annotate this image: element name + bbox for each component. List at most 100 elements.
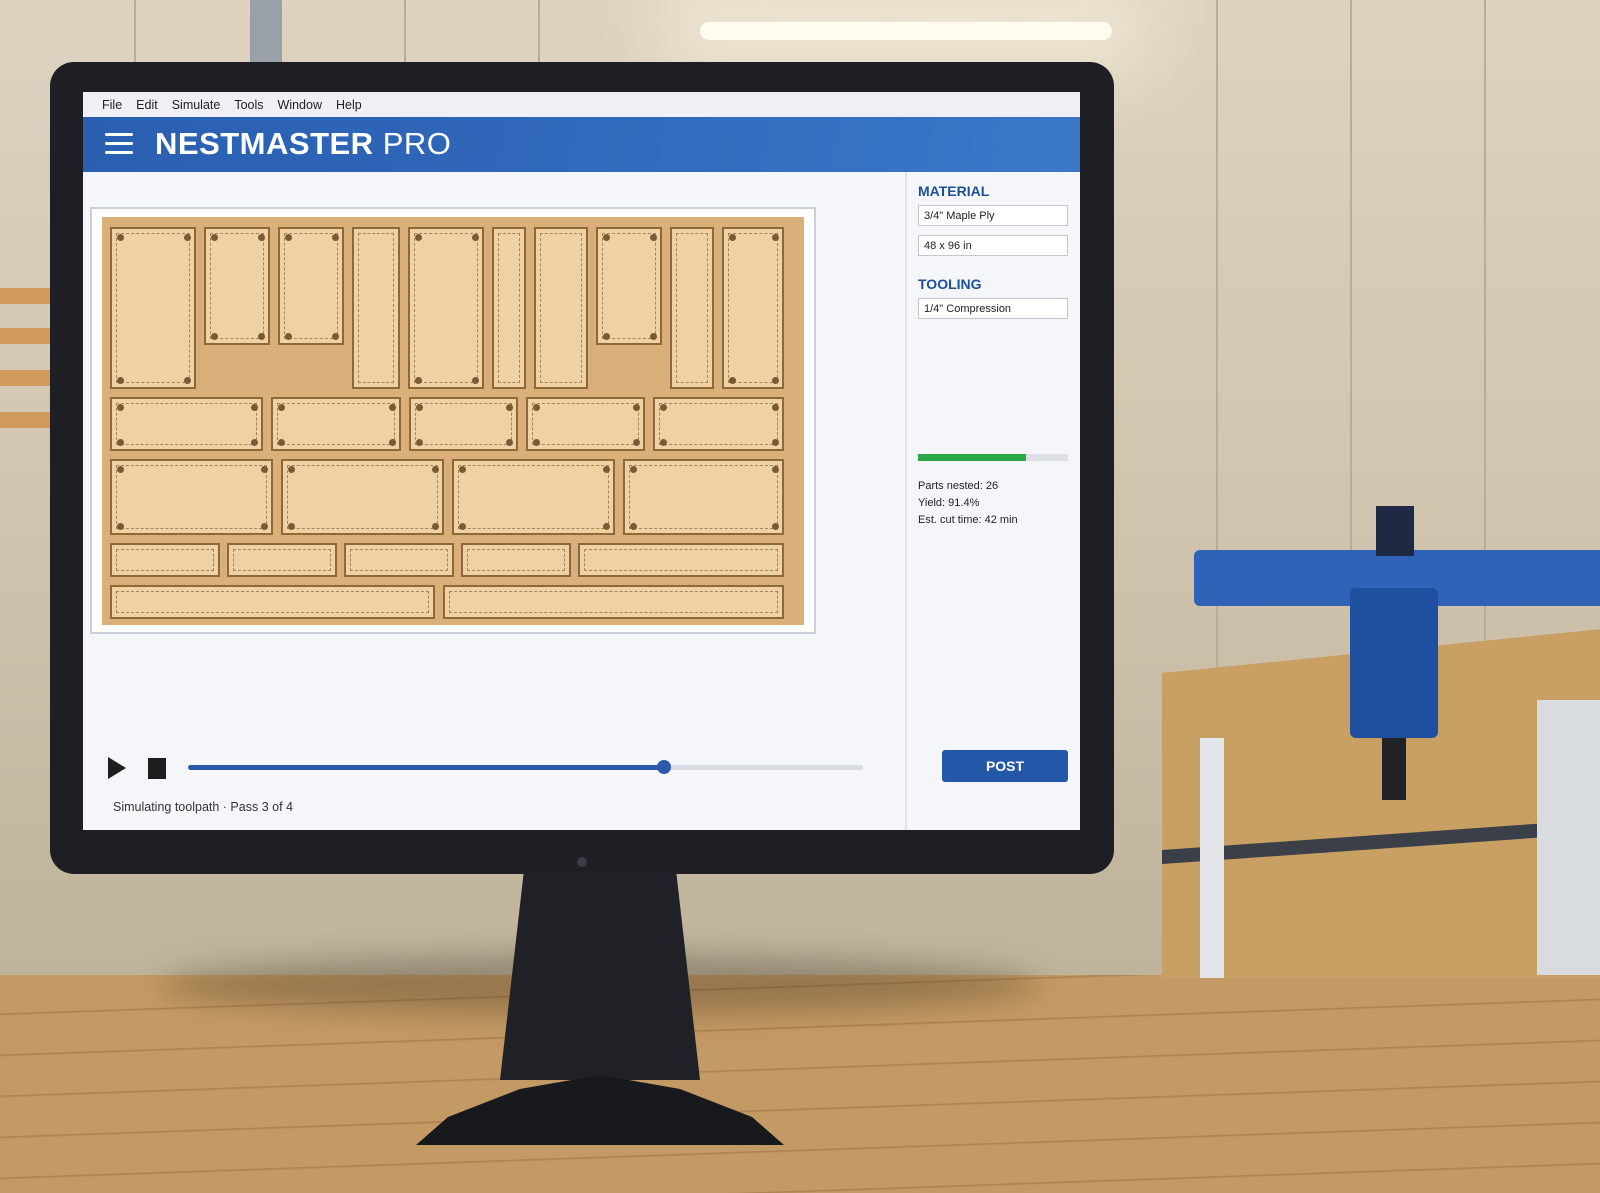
shelf-slat	[0, 288, 50, 304]
simulation-timeline[interactable]	[188, 760, 863, 774]
material-sheet	[102, 217, 804, 625]
screw-hole	[533, 439, 540, 446]
timeline-progress	[188, 765, 664, 770]
nesting-canvas[interactable]	[90, 207, 816, 634]
nested-part[interactable]	[110, 459, 273, 535]
screw-hole	[278, 439, 285, 446]
nested-part[interactable]	[443, 585, 784, 619]
screw-hole	[772, 439, 779, 446]
screw-hole	[650, 333, 657, 340]
material-field[interactable]: 3/4" Maple Ply	[918, 205, 1068, 226]
screw-hole	[603, 234, 610, 241]
nested-part[interactable]	[623, 459, 784, 535]
post-button[interactable]: POST	[942, 750, 1068, 782]
nested-part[interactable]	[110, 227, 196, 389]
nested-part[interactable]	[461, 543, 571, 577]
tool-field[interactable]: 1/4" Compression	[918, 298, 1068, 319]
play-icon[interactable]	[108, 757, 126, 779]
ceiling-light	[700, 22, 1112, 40]
screw-hole	[729, 377, 736, 384]
simulation-status: Simulating toolpath · Pass 3 of 4	[113, 800, 293, 814]
stat-yield: Yield: 91.4%	[918, 497, 980, 509]
stat-parts-nested: Parts nested: 26	[918, 480, 999, 492]
screw-hole	[184, 234, 191, 241]
nested-part[interactable]	[492, 227, 526, 389]
screw-hole	[772, 377, 779, 384]
nested-part[interactable]	[408, 227, 484, 389]
screw-hole	[472, 377, 479, 384]
nested-part[interactable]	[110, 585, 435, 619]
nested-part[interactable]	[578, 543, 784, 577]
screw-hole	[432, 466, 439, 473]
nested-part[interactable]	[722, 227, 784, 389]
screw-hole	[416, 404, 423, 411]
menu-help[interactable]: Help	[329, 98, 369, 112]
screw-hole	[772, 523, 779, 530]
screw-hole	[184, 377, 191, 384]
menu-edit[interactable]: Edit	[129, 98, 165, 112]
hamburger-menu-icon[interactable]	[105, 133, 133, 155]
nested-part[interactable]	[281, 459, 444, 535]
shelf-slat	[0, 412, 50, 428]
nested-part[interactable]	[110, 543, 220, 577]
screw-hole	[117, 404, 124, 411]
screw-hole	[633, 404, 640, 411]
nested-part[interactable]	[278, 227, 344, 345]
screw-hole	[650, 234, 657, 241]
nested-part[interactable]	[227, 543, 337, 577]
stat-cut-time: Est. cut time: 42 min	[918, 514, 1018, 526]
menu-file[interactable]: File	[95, 98, 129, 112]
nested-part[interactable]	[534, 227, 588, 389]
nested-part[interactable]	[344, 543, 454, 577]
screw-hole	[389, 404, 396, 411]
screw-hole	[285, 333, 292, 340]
nested-part[interactable]	[596, 227, 662, 345]
screw-hole	[472, 234, 479, 241]
screw-hole	[211, 333, 218, 340]
nested-part[interactable]	[452, 459, 615, 535]
screw-hole	[258, 234, 265, 241]
nested-part[interactable]	[204, 227, 270, 345]
nested-part[interactable]	[352, 227, 400, 389]
screw-hole	[332, 333, 339, 340]
menu-simulate[interactable]: Simulate	[165, 98, 228, 112]
sheet-size-field[interactable]: 48 x 96 in	[918, 235, 1068, 256]
nested-part[interactable]	[409, 397, 518, 451]
screw-hole	[261, 523, 268, 530]
nested-part[interactable]	[271, 397, 401, 451]
screw-hole	[258, 333, 265, 340]
screw-hole	[630, 523, 637, 530]
nested-part[interactable]	[653, 397, 784, 451]
monitor-stand	[500, 870, 700, 1080]
screw-hole	[459, 523, 466, 530]
cnc-spindle-mount	[1376, 506, 1414, 556]
screw-hole	[729, 234, 736, 241]
screw-hole	[285, 234, 292, 241]
screw-hole	[506, 439, 513, 446]
nested-part[interactable]	[526, 397, 645, 451]
screw-hole	[633, 439, 640, 446]
screw-hole	[117, 234, 124, 241]
screw-hole	[211, 234, 218, 241]
screw-hole	[506, 404, 513, 411]
screw-hole	[332, 234, 339, 241]
screw-hole	[117, 439, 124, 446]
nested-part[interactable]	[670, 227, 714, 389]
screw-hole	[251, 404, 258, 411]
screw-hole	[603, 523, 610, 530]
menu-window[interactable]: Window	[271, 98, 329, 112]
screw-hole	[772, 234, 779, 241]
stop-icon[interactable]	[148, 758, 166, 779]
app-header: NESTMASTER PRO	[83, 117, 1080, 172]
screw-hole	[533, 404, 540, 411]
screw-hole	[278, 404, 285, 411]
app-window: File Edit Simulate Tools Window Help NES…	[83, 92, 1080, 830]
screw-hole	[630, 466, 637, 473]
cnc-router-bit	[1382, 738, 1406, 800]
shelf-slat	[0, 370, 50, 386]
screw-hole	[288, 466, 295, 473]
nested-part[interactable]	[110, 397, 263, 451]
menu-tools[interactable]: Tools	[227, 98, 270, 112]
timeline-handle[interactable]	[656, 760, 671, 774]
screw-hole	[261, 466, 268, 473]
